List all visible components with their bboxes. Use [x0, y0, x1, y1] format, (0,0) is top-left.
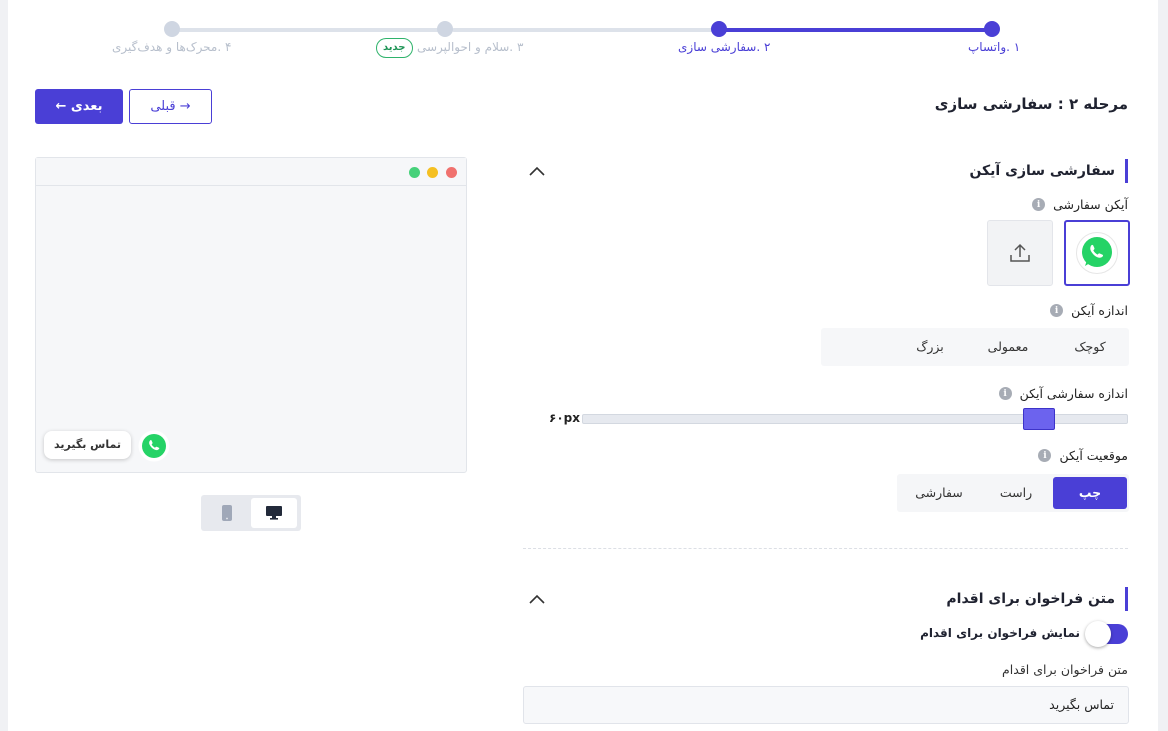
- info-icon[interactable]: i: [1050, 304, 1064, 317]
- custom-icon-label: آیکن سفارشی i: [1032, 197, 1128, 212]
- section-divider: [523, 548, 1128, 549]
- preview-titlebar: [36, 158, 466, 186]
- info-icon[interactable]: i: [1038, 449, 1052, 462]
- stepper-track-active: [718, 28, 992, 32]
- step-label-3[interactable]: ۳ .سلام و احوالپرسی: [417, 40, 523, 54]
- step-label-4[interactable]: ۴ .محرک‌ها و هدف‌گیری: [112, 40, 231, 54]
- cta-section-title: متن فراخوان برای اقدام: [946, 587, 1128, 611]
- info-icon[interactable]: i: [998, 387, 1012, 400]
- cta-text-input[interactable]: تماس بگیرید: [523, 686, 1129, 724]
- icon-position-segment: چپ راست سفارشی: [897, 474, 1129, 512]
- stepper-track-inactive: [452, 28, 718, 32]
- icon-size-label: اندازه آیکن i: [1050, 303, 1128, 318]
- prev-button[interactable]: → قبلی: [129, 89, 212, 124]
- desktop-icon: [266, 506, 282, 520]
- icon-option-whatsapp[interactable]: [1064, 220, 1130, 286]
- step-dot-4[interactable]: [164, 21, 180, 37]
- chevron-up-icon[interactable]: [528, 165, 546, 177]
- custom-size-label-text: اندازه سفارشی آیکن: [1019, 386, 1128, 401]
- cta-toggle-knob[interactable]: [1085, 621, 1111, 647]
- mobile-icon: [222, 505, 232, 521]
- icon-position-label-text: موقعیت آیکن: [1059, 448, 1128, 463]
- icon-position-label: موقعیت آیکن i: [1038, 448, 1128, 463]
- whatsapp-icon: [138, 430, 170, 462]
- size-slider-thumb[interactable]: [1023, 408, 1055, 430]
- step-label-2[interactable]: ۲ .سفارشی سازی: [678, 40, 770, 54]
- step-dot-2[interactable]: [711, 21, 727, 37]
- size-normal-option[interactable]: معمولی: [965, 329, 1051, 365]
- window-dot-green: [409, 167, 420, 178]
- upload-icon-button[interactable]: [987, 220, 1053, 286]
- desktop-view-button[interactable]: [251, 498, 297, 528]
- next-button[interactable]: بعدی ←: [35, 89, 123, 124]
- page: ۱ .واتساپ ۲ .سفارشی سازی ۳ .سلام و احوال…: [8, 0, 1158, 731]
- custom-size-label: اندازه سفارشی آیکن i: [998, 386, 1128, 401]
- icon-section-title: سفارشی سازی آیکن: [969, 159, 1128, 183]
- preview-window: تماس بگیرید: [35, 157, 467, 473]
- upload-icon: [1010, 243, 1030, 262]
- stepper: ۱ .واتساپ ۲ .سفارشی سازی ۳ .سلام و احوال…: [8, 0, 1158, 70]
- stepper-track-inactive: [172, 28, 452, 32]
- cta-chip-preview: تماس بگیرید: [44, 431, 131, 459]
- step-label-1[interactable]: ۱ .واتساپ: [968, 40, 1020, 54]
- info-icon[interactable]: i: [1032, 198, 1046, 211]
- stage-title: مرحله ۲ : سفارشی سازی: [934, 95, 1128, 113]
- size-large-option[interactable]: بزرگ: [895, 329, 965, 365]
- icon-size-segment: کوچک معمولی بزرگ: [821, 328, 1129, 366]
- size-slider-value: ۶۰px: [549, 411, 580, 425]
- new-badge: جدید: [376, 38, 413, 58]
- step-dot-1[interactable]: [984, 21, 1000, 37]
- position-right-option[interactable]: راست: [979, 475, 1053, 511]
- window-dot-yellow: [427, 167, 438, 178]
- mobile-view-button[interactable]: [205, 498, 249, 528]
- position-custom-option[interactable]: سفارشی: [899, 475, 979, 511]
- position-left-option[interactable]: چپ: [1053, 477, 1127, 509]
- step-dot-3[interactable]: [437, 21, 453, 37]
- whatsapp-icon: [1076, 232, 1118, 274]
- chevron-up-icon[interactable]: [528, 593, 546, 605]
- custom-icon-label-text: آیکن سفارشی: [1053, 197, 1128, 212]
- cta-toggle-label: نمایش فراخوان برای اقدام: [920, 626, 1080, 640]
- window-dot-red: [446, 167, 457, 178]
- device-toggle: [201, 495, 301, 531]
- icon-size-label-text: اندازه آیکن: [1071, 303, 1128, 318]
- size-small-option[interactable]: کوچک: [1051, 329, 1129, 365]
- cta-text-label: متن فراخوان برای اقدام: [1002, 662, 1128, 677]
